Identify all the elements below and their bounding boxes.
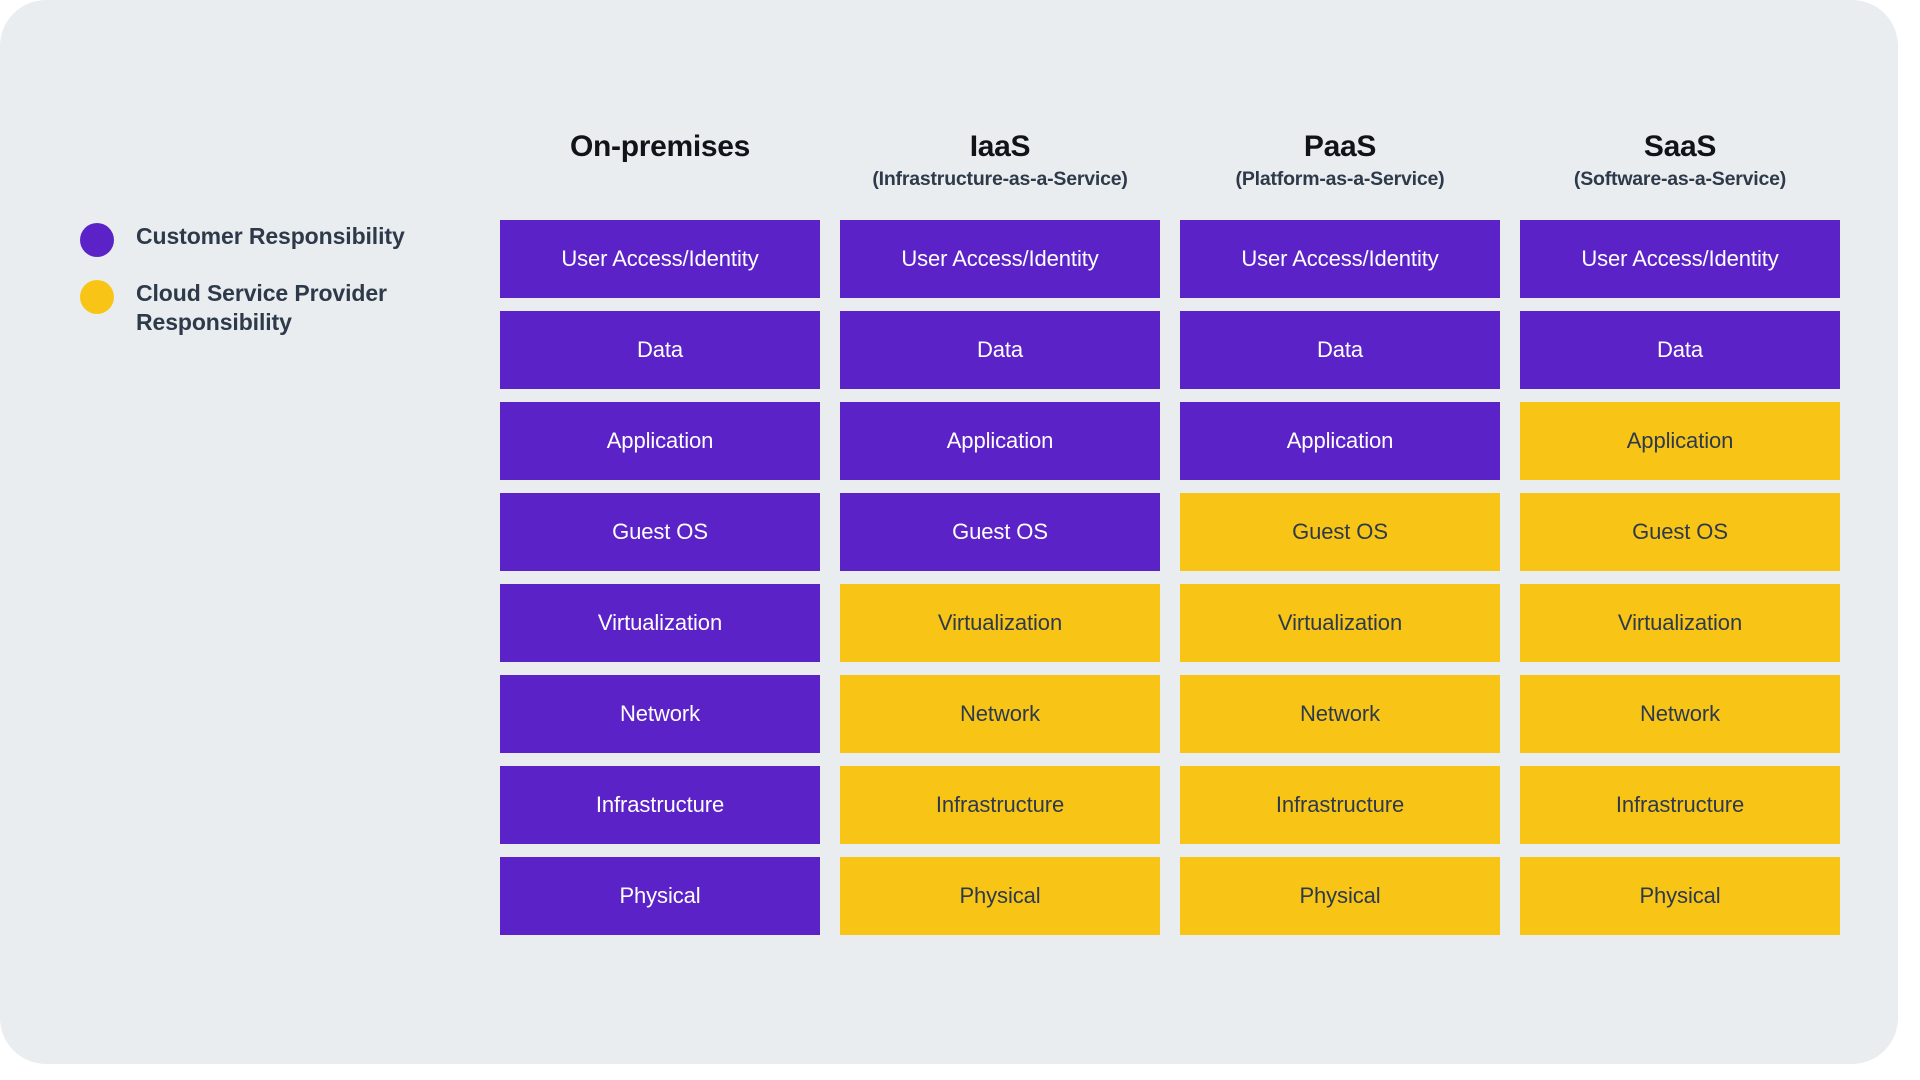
service-column: On-premises User Access/Identity Data Appli… [500,128,820,935]
responsibility-cell: Application [1520,402,1840,480]
responsibility-cell: Data [840,311,1160,389]
responsibility-matrix: On-premises User Access/Identity Data Appli… [500,128,1840,935]
responsibility-cell: Infrastructure [840,766,1160,844]
responsibility-cell: User Access/Identity [1520,220,1840,298]
column-header: SaaS (Software-as-a-Service) [1520,128,1840,220]
responsibility-cell: Virtualization [1180,584,1500,662]
diagram-card: Customer Responsibility Cloud Service Pro… [0,0,1898,1064]
responsibility-cell: User Access/Identity [840,220,1160,298]
column-title: SaaS [1643,130,1717,163]
responsibility-cell: Infrastructure [1180,766,1500,844]
responsibility-cell: Guest OS [500,493,820,571]
service-column: SaaS (Software-as-a-Service) User Access/I… [1520,128,1840,935]
column-title: PaaS [1303,130,1377,163]
responsibility-cell: Guest OS [1180,493,1500,571]
column-header: PaaS (Platform-as-a-Service) [1180,128,1500,220]
responsibility-cell: Network [1520,675,1840,753]
responsibility-cell: Application [1180,402,1500,480]
responsibility-cell: User Access/Identity [500,220,820,298]
responsibility-cell: Infrastructure [1520,766,1840,844]
legend-swatch-customer-icon [80,223,114,257]
responsibility-cell: Physical [1520,857,1840,935]
service-column: PaaS (Platform-as-a-Service) User Access/I… [1180,128,1500,935]
legend: Customer Responsibility Cloud Service Pro… [80,222,410,360]
responsibility-cell: Guest OS [840,493,1160,571]
column-title: On-premises [569,130,751,163]
responsibility-cell: Network [500,675,820,753]
responsibility-cell: Virtualization [1520,584,1840,662]
responsibility-cell: Virtualization [840,584,1160,662]
responsibility-cell: Infrastructure [500,766,820,844]
legend-item-provider: Cloud Service Provider Responsibility [80,279,410,338]
column-subtitle: (Infrastructure-as-a-Service) [872,167,1128,190]
legend-swatch-provider-icon [80,280,114,314]
responsibility-cell: User Access/Identity [1180,220,1500,298]
column-subtitle: (Platform-as-a-Service) [1235,167,1445,190]
column-cells: User Access/Identity Data Application Guest… [1520,220,1840,935]
responsibility-cell: Physical [500,857,820,935]
responsibility-cell: Application [500,402,820,480]
legend-item-label: Customer Responsibility [136,223,405,249]
responsibility-cell: Physical [1180,857,1500,935]
column-subtitle: (Software-as-a-Service) [1573,167,1787,190]
responsibility-cell: Network [1180,675,1500,753]
legend-item-label: Cloud Service Provider Responsibility [136,280,387,336]
column-title: IaaS [969,130,1031,163]
responsibility-cell: Data [1180,311,1500,389]
service-column: IaaS (Infrastructure-as-a-Service) User Ac… [840,128,1160,935]
responsibility-cell: Virtualization [500,584,820,662]
responsibility-cell: Data [1520,311,1840,389]
responsibility-cell: Physical [840,857,1160,935]
column-cells: User Access/Identity Data Application Guest… [840,220,1160,935]
responsibility-cell: Application [840,402,1160,480]
responsibility-cell: Guest OS [1520,493,1840,571]
column-header: IaaS (Infrastructure-as-a-Service) [840,128,1160,220]
column-cells: User Access/Identity Data Application Guest… [1180,220,1500,935]
legend-item-customer: Customer Responsibility [80,222,410,257]
responsibility-cell: Network [840,675,1160,753]
column-cells: User Access/Identity Data Application Guest… [500,220,820,935]
column-header: On-premises [500,128,820,220]
responsibility-cell: Data [500,311,820,389]
